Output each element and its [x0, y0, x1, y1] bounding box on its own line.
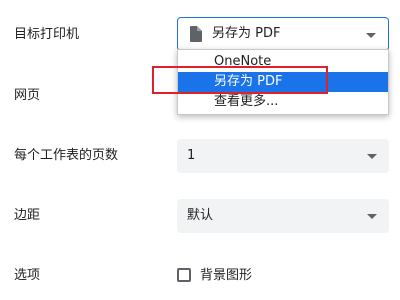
pages-per-sheet-value: 1: [187, 148, 196, 163]
pages-label: 网页: [14, 88, 41, 103]
destination-dropdown: OneNote 另存为 PDF 查看更多...: [177, 49, 389, 115]
pages-per-sheet-select[interactable]: 1: [177, 139, 389, 173]
chevron-down-icon[interactable]: [367, 154, 377, 159]
margins-value: 默认: [187, 208, 214, 223]
margins-select[interactable]: 默认: [177, 199, 389, 233]
destination-value: 另存为 PDF: [212, 26, 281, 41]
destination-select[interactable]: 另存为 PDF: [177, 17, 389, 51]
background-graphics-label[interactable]: 背景图形: [200, 268, 252, 284]
options-label: 选项: [14, 268, 41, 283]
option-save-as-pdf[interactable]: 另存为 PDF: [178, 72, 388, 92]
document-icon: [190, 26, 202, 42]
option-see-more[interactable]: 查看更多...: [178, 92, 388, 112]
margins-label: 边距: [14, 208, 41, 223]
pages-per-sheet-label: 每个工作表的页数: [14, 148, 119, 163]
option-onenote[interactable]: OneNote: [178, 52, 388, 72]
destination-label: 目标打印机: [14, 27, 80, 42]
background-graphics-checkbox[interactable]: [177, 268, 191, 282]
chevron-down-icon[interactable]: [367, 214, 377, 219]
chevron-down-icon[interactable]: [366, 33, 376, 38]
